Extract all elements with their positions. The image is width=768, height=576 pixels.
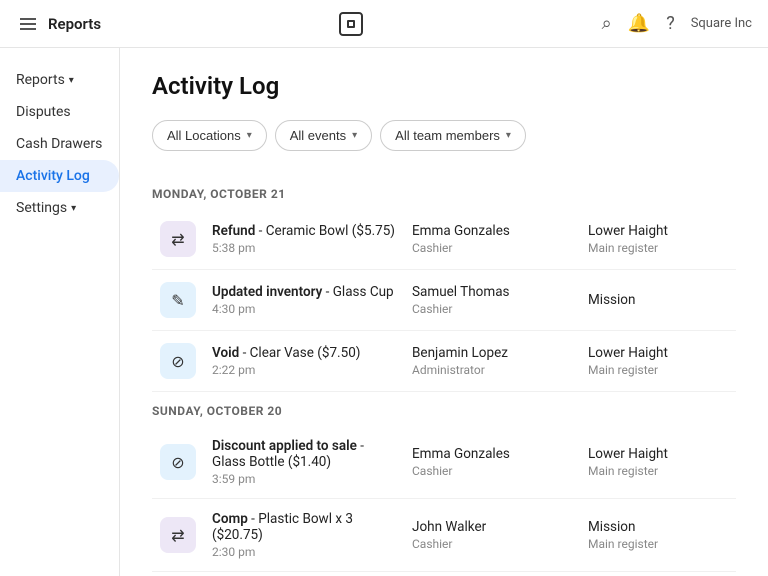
sidebar: Reports ▾ Disputes Cash Drawers Activity… <box>0 48 120 576</box>
location-register: Main register <box>588 464 728 478</box>
sidebar-item-disputes[interactable]: Disputes <box>0 96 119 128</box>
event-name: Comp - Plastic Bowl x 3 ($20.75) <box>212 511 396 543</box>
nav-title: Reports <box>48 15 101 33</box>
event-info: Discount applied to sale - Glass Bottle … <box>212 438 396 486</box>
top-nav-center <box>339 12 363 36</box>
sidebar-item-cash-drawers[interactable]: Cash Drawers <box>0 128 119 160</box>
event-row: ⇄Refund - Ceramic Mug ($4.25)12:25 pmBen… <box>152 572 736 576</box>
sidebar-item-reports[interactable]: Reports ▾ <box>0 64 119 96</box>
location-register: Main register <box>588 363 728 377</box>
event-person: Benjamin Lopez Administrator <box>412 345 572 377</box>
event-location: Lower Haight Main register <box>588 446 728 478</box>
sidebar-item-activity-log[interactable]: Activity Log <box>0 160 119 192</box>
event-name: Updated inventory - Glass Cup <box>212 284 396 300</box>
person-role: Cashier <box>412 464 572 478</box>
locations-filter-label: All Locations <box>167 128 241 143</box>
sidebar-item-settings[interactable]: Settings ▾ <box>0 192 119 224</box>
chevron-down-icon: ▾ <box>69 75 74 86</box>
location-register: Main register <box>588 537 728 551</box>
person-name: Samuel Thomas <box>412 284 572 300</box>
location-name: Mission <box>588 519 728 535</box>
square-logo <box>339 12 363 36</box>
event-location: Lower Haight Main register <box>588 345 728 377</box>
event-location: Lower Haight Main register <box>588 223 728 255</box>
event-info: Comp - Plastic Bowl x 3 ($20.75) 2:30 pm <box>212 511 396 559</box>
top-nav-right: ⌕ 🔔 ? Square Inc <box>602 13 752 34</box>
event-row: ⊘ Void - Clear Vase ($7.50) 2:22 pm Benjami… <box>152 331 736 392</box>
sidebar-disputes-label: Disputes <box>16 104 71 120</box>
search-icon[interactable]: ⌕ <box>602 13 612 34</box>
person-name: Emma Gonzales <box>412 446 572 462</box>
chevron-down-icon-locations: ▾ <box>247 130 252 141</box>
event-location: Mission Main register <box>588 519 728 551</box>
page-title: Activity Log <box>152 72 736 100</box>
event-name: Discount applied to sale - Glass Bottle … <box>212 438 396 470</box>
person-name: Benjamin Lopez <box>412 345 572 361</box>
event-info: Updated inventory - Glass Cup 4:30 pm <box>212 284 396 316</box>
chevron-down-icon-events: ▾ <box>352 130 357 141</box>
event-name: Refund - Ceramic Bowl ($5.75) <box>212 223 396 239</box>
sidebar-cash-drawers-label: Cash Drawers <box>16 136 102 152</box>
person-role: Cashier <box>412 537 572 551</box>
layout: Reports ▾ Disputes Cash Drawers Activity… <box>0 48 768 576</box>
location-name: Mission <box>588 292 728 308</box>
section-date-header: MONDAY, OCTOBER 21 <box>152 175 736 209</box>
event-person: Emma Gonzales Cashier <box>412 446 572 478</box>
inventory-icon: ✎ <box>160 282 196 318</box>
sidebar-reports-label: Reports <box>16 72 65 88</box>
company-name: Square Inc <box>691 16 752 31</box>
locations-filter-button[interactable]: All Locations ▾ <box>152 120 267 151</box>
event-person: John Walker Cashier <box>412 519 572 551</box>
location-register: Main register <box>588 241 728 255</box>
person-name: Emma Gonzales <box>412 223 572 239</box>
chevron-down-icon-team: ▾ <box>506 130 511 141</box>
location-name: Lower Haight <box>588 446 728 462</box>
team-members-filter-label: All team members <box>395 128 500 143</box>
activity-section: MONDAY, OCTOBER 21 ⇄ Refund - Ceramic Bowl… <box>152 175 736 392</box>
event-info: Void - Clear Vase ($7.50) 2:22 pm <box>212 345 396 377</box>
event-info: Refund - Ceramic Bowl ($5.75) 5:38 pm <box>212 223 396 255</box>
event-person: Emma Gonzales Cashier <box>412 223 572 255</box>
event-time: 2:22 pm <box>212 363 396 377</box>
section-date-header: SUNDAY, OCTOBER 20 <box>152 392 736 426</box>
chevron-down-icon-settings: ▾ <box>71 203 76 214</box>
person-role: Administrator <box>412 363 572 377</box>
location-name: Lower Haight <box>588 345 728 361</box>
help-icon[interactable]: ? <box>666 13 675 34</box>
main-content: Activity Log All Locations ▾ All events … <box>120 48 768 576</box>
filter-bar: All Locations ▾ All events ▾ All team me… <box>152 120 736 151</box>
sidebar-settings-label: Settings <box>16 200 67 216</box>
top-nav: Reports ⌕ 🔔 ? Square Inc <box>0 0 768 48</box>
refund-icon: ⇄ <box>160 221 196 257</box>
event-row: ✎ Updated inventory - Glass Cup 4:30 pm Sam… <box>152 270 736 331</box>
events-filter-button[interactable]: All events ▾ <box>275 120 372 151</box>
person-role: Cashier <box>412 241 572 255</box>
events-filter-label: All events <box>290 128 346 143</box>
event-person: Samuel Thomas Cashier <box>412 284 572 316</box>
event-location: Mission <box>588 292 728 308</box>
event-row: ⇄ Comp - Plastic Bowl x 3 ($20.75) 2:30 pm… <box>152 499 736 572</box>
void-icon: ⊘ <box>160 343 196 379</box>
sidebar-activity-log-label: Activity Log <box>16 168 90 184</box>
event-row: ⇄ Refund - Ceramic Bowl ($5.75) 5:38 pm Emm… <box>152 209 736 270</box>
top-nav-left: Reports <box>16 14 101 34</box>
location-name: Lower Haight <box>588 223 728 239</box>
comp-icon: ⇄ <box>160 517 196 553</box>
bell-icon[interactable]: 🔔 <box>628 13 650 34</box>
event-time: 4:30 pm <box>212 302 396 316</box>
activity-sections: MONDAY, OCTOBER 21 ⇄ Refund - Ceramic Bowl… <box>152 175 736 576</box>
person-name: John Walker <box>412 519 572 535</box>
event-time: 3:59 pm <box>212 472 396 486</box>
hamburger-icon[interactable] <box>16 14 40 34</box>
activity-section: SUNDAY, OCTOBER 20 ⊘ Discount applied to s… <box>152 392 736 576</box>
discount-icon: ⊘ <box>160 444 196 480</box>
event-time: 2:30 pm <box>212 545 396 559</box>
event-name: Void - Clear Vase ($7.50) <box>212 345 396 361</box>
event-time: 5:38 pm <box>212 241 396 255</box>
event-row: ⊘ Discount applied to sale - Glass Bottle… <box>152 426 736 499</box>
person-role: Cashier <box>412 302 572 316</box>
team-members-filter-button[interactable]: All team members ▾ <box>380 120 526 151</box>
